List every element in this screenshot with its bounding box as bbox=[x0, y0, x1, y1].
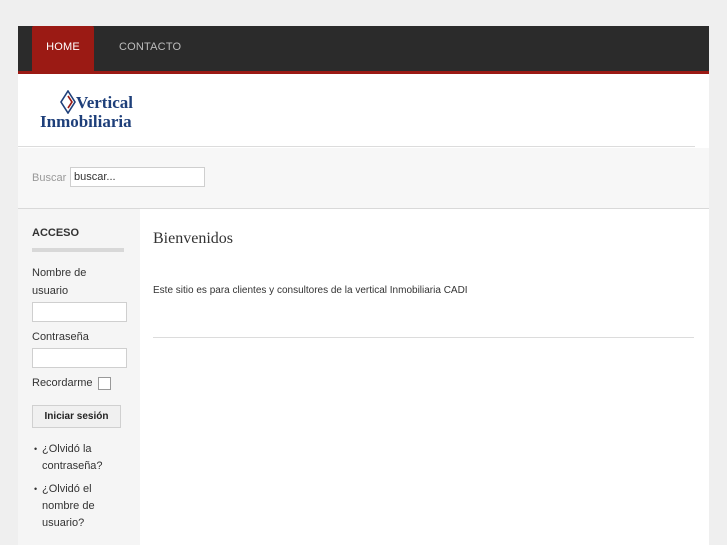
remember-checkbox[interactable] bbox=[98, 377, 111, 390]
bullet-icon: • bbox=[34, 444, 38, 454]
nav-home[interactable]: HOME bbox=[32, 26, 94, 71]
username-field[interactable] bbox=[32, 302, 127, 322]
logo-text-vertical: Vertical bbox=[76, 93, 133, 112]
content-divider bbox=[153, 337, 694, 338]
username-label: Nombre de usuario bbox=[32, 267, 87, 297]
search-input[interactable]: buscar... bbox=[70, 167, 205, 187]
page-frame: HOME CONTACTO Vertical Inmobiliaria Busc… bbox=[18, 26, 709, 545]
welcome-text: Este sitio es para clientes y consultore… bbox=[153, 285, 468, 296]
site-logo[interactable]: Vertical Inmobiliaria bbox=[40, 90, 170, 132]
header-divider bbox=[18, 146, 695, 147]
password-label: Contraseña bbox=[32, 331, 89, 343]
logo-text-inmobiliaria: Inmobiliaria bbox=[40, 112, 132, 131]
password-field[interactable] bbox=[32, 348, 127, 368]
search-bar: Buscar buscar... bbox=[18, 148, 709, 209]
page-title: Bienvenidos bbox=[153, 230, 233, 247]
login-sidebar: ACCESO Nombre de usuario Contraseña Reco… bbox=[18, 209, 140, 545]
bullet-icon: • bbox=[34, 484, 38, 494]
search-label: Buscar bbox=[32, 172, 67, 184]
login-button[interactable]: Iniciar sesión bbox=[32, 405, 121, 428]
login-title: ACCESO bbox=[32, 227, 80, 239]
remember-label: Recordarme bbox=[32, 377, 93, 389]
nav-contacto[interactable]: CONTACTO bbox=[119, 26, 181, 71]
forgot-username-link[interactable]: ¿Olvidó el nombre de usuario? bbox=[42, 481, 122, 532]
login-title-underline bbox=[32, 248, 124, 252]
top-navigation: HOME CONTACTO bbox=[18, 26, 709, 74]
logo-diamond-icon bbox=[60, 90, 76, 114]
forgot-password-link[interactable]: ¿Olvidó la contraseña? bbox=[42, 441, 122, 475]
